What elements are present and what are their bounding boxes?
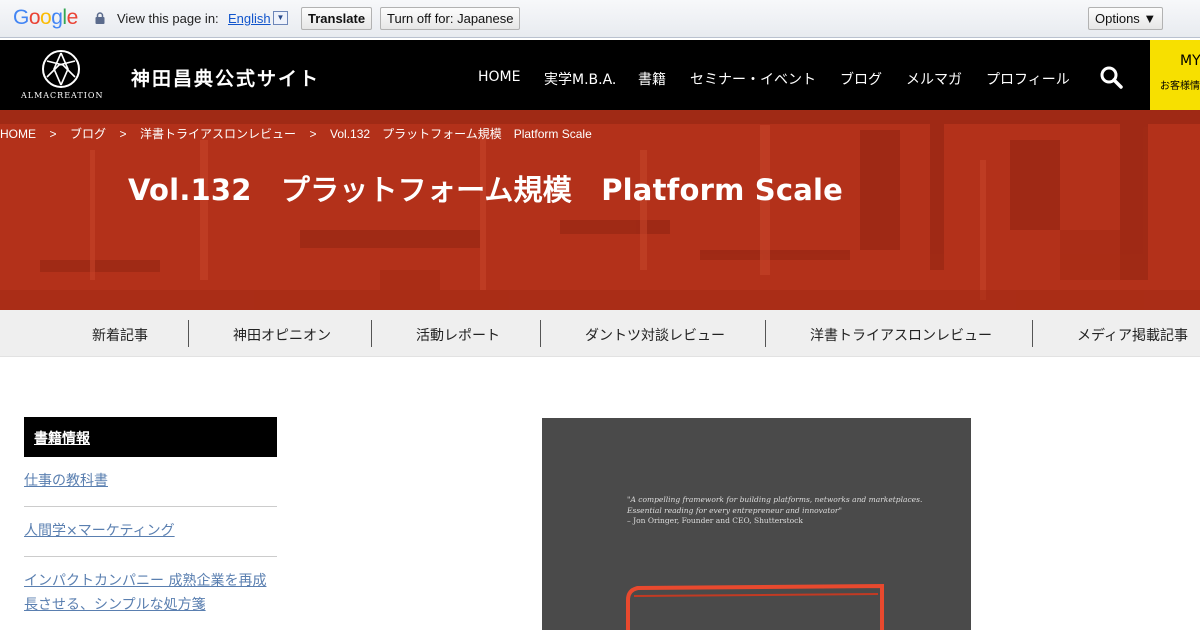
breadcrumb: HOME > ブログ > 洋書トライアスロンレビュー > Vol.132 プラットフォーム規…	[0, 125, 592, 142]
nav-books[interactable]: 書籍	[638, 69, 666, 89]
nav-home[interactable]: HOME	[478, 69, 520, 85]
category-divider	[371, 320, 372, 347]
translate-button[interactable]: Translate	[301, 7, 373, 30]
category-divider	[540, 320, 541, 347]
category-media[interactable]: メディア掲載記事	[1077, 325, 1188, 345]
almacreation-logo-icon[interactable]	[38, 48, 84, 90]
sidebar-item[interactable]: インパクトカンパニー 成熟企業を再成長させる、シンプルな処方箋	[24, 557, 277, 630]
options-button[interactable]: Options ▼	[1088, 7, 1164, 30]
breadcrumb-current: Vol.132 プラットフォーム規模 Platform Scale	[330, 127, 592, 141]
breadcrumb-separator: >	[49, 127, 57, 141]
breadcrumb-separator: >	[119, 127, 127, 141]
my-page-button[interactable]: MY お客様情	[1150, 40, 1200, 110]
site-title[interactable]: 神田昌典公式サイト	[131, 64, 320, 91]
nav-profile[interactable]: プロフィール	[986, 69, 1070, 89]
language-select[interactable]: English	[228, 11, 271, 26]
nav-mba[interactable]: 実学M.B.A.	[544, 69, 616, 89]
nav-blog[interactable]: ブログ	[840, 69, 882, 89]
logo-text: ALMACREATION	[21, 91, 104, 100]
category-nav: 新着記事 神田オピニオン 活動レポート ダントツ対談レビュー 洋書トライアスロン…	[0, 310, 1200, 357]
category-report[interactable]: 活動レポート	[416, 325, 500, 345]
language-dropdown-icon[interactable]: ▼	[273, 11, 288, 25]
breadcrumb-blog[interactable]: ブログ	[70, 127, 106, 141]
category-dialogue[interactable]: ダントツ対談レビュー	[585, 325, 725, 345]
hero-banner: HOME > ブログ > 洋書トライアスロンレビュー > Vol.132 プラットフォーム規…	[0, 110, 1200, 310]
breadcrumb-category[interactable]: 洋書トライアスロンレビュー	[140, 127, 296, 141]
turn-off-button[interactable]: Turn off for: Japanese	[380, 7, 521, 30]
sidebar-list: 仕事の教科書 人間学×マーケティング インパクトカンパニー 成熟企業を再成長させ…	[24, 457, 277, 630]
my-sub-label: お客様情	[1160, 81, 1200, 92]
google-logo: Google	[13, 6, 78, 29]
search-icon[interactable]	[1099, 65, 1123, 89]
sidebar-heading[interactable]: 書籍情報	[24, 417, 277, 457]
sidebar-item[interactable]: 仕事の教科書	[24, 457, 277, 507]
my-label: MY	[1180, 53, 1200, 69]
lock-icon	[95, 12, 105, 24]
sidebar-item[interactable]: 人間学×マーケティング	[24, 507, 277, 557]
category-book-review[interactable]: 洋書トライアスロンレビュー	[810, 325, 992, 345]
category-new[interactable]: 新着記事	[92, 325, 148, 345]
book-frame-graphic	[626, 583, 884, 630]
category-divider	[765, 320, 766, 347]
page-title: Vol.132 プラットフォーム規模 Platform Scale	[128, 173, 844, 207]
breadcrumb-home[interactable]: HOME	[0, 127, 36, 141]
breadcrumb-separator: >	[309, 127, 317, 141]
view-page-label: View this page in:	[117, 11, 219, 26]
category-opinion[interactable]: 神田オピニオン	[233, 325, 331, 345]
nav-mailmag[interactable]: メルマガ	[906, 69, 962, 89]
category-divider	[188, 320, 189, 347]
book-cover-image: "A compelling framework for building pla…	[542, 418, 971, 630]
site-header: ALMACREATION 神田昌典公式サイト HOME 実学M.B.A. 書籍 …	[0, 40, 1200, 110]
nav-seminar[interactable]: セミナー・イベント	[690, 69, 816, 89]
category-divider	[1032, 320, 1033, 347]
translate-bar: Google View this page in: English ▼ Tran…	[0, 0, 1200, 38]
